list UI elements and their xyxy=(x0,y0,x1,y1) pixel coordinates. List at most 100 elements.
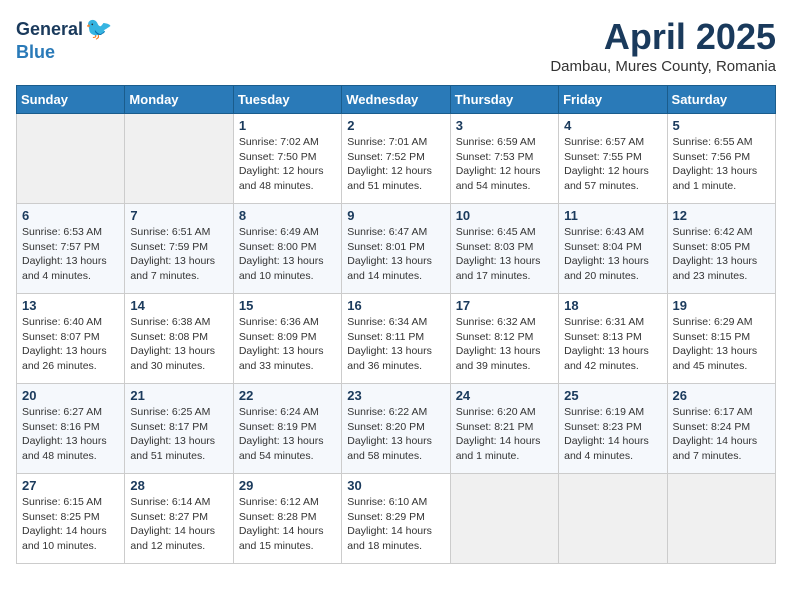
calendar-cell: 17Sunrise: 6:32 AMSunset: 8:12 PMDayligh… xyxy=(450,294,558,384)
day-number: 12 xyxy=(673,208,770,223)
day-number: 28 xyxy=(130,478,227,493)
calendar-cell: 16Sunrise: 6:34 AMSunset: 8:11 PMDayligh… xyxy=(342,294,450,384)
calendar-cell xyxy=(450,474,558,564)
calendar-cell: 9Sunrise: 6:47 AMSunset: 8:01 PMDaylight… xyxy=(342,204,450,294)
day-info: Sunrise: 6:51 AMSunset: 7:59 PMDaylight:… xyxy=(130,225,227,284)
calendar-cell: 8 Sunrise: 6:49 AMSunset: 8:00 PMDaylight… xyxy=(233,204,341,294)
calendar-week-row: 1 Sunrise: 7:02 AMSunset: 7:50 PMDaylight… xyxy=(17,114,776,204)
day-info: Sunrise: 6:55 AMSunset: 7:56 PMDaylight:… xyxy=(673,135,770,194)
logo-general-text: General xyxy=(16,19,83,40)
header-saturday: Saturday xyxy=(667,86,775,114)
day-number: 25 xyxy=(564,388,661,403)
day-number: 29 xyxy=(239,478,336,493)
day-info: Sunrise: 6:49 AMSunset: 8:00 PMDaylight:… xyxy=(239,225,336,284)
calendar-cell: 1 Sunrise: 7:02 AMSunset: 7:50 PMDaylight… xyxy=(233,114,341,204)
day-number: 7 xyxy=(130,208,227,223)
header-friday: Friday xyxy=(559,86,667,114)
calendar-cell: 19 Sunrise: 6:29 AMSunset: 8:15 PMDayligh… xyxy=(667,294,775,384)
calendar-cell: 7 Sunrise: 6:51 AMSunset: 7:59 PMDaylight… xyxy=(125,204,233,294)
header-monday: Monday xyxy=(125,86,233,114)
day-info: Sunrise: 6:43 AMSunset: 8:04 PMDaylight:… xyxy=(564,225,661,284)
header-wednesday: Wednesday xyxy=(342,86,450,114)
logo-blue-text: Blue xyxy=(16,42,55,63)
calendar-cell xyxy=(125,114,233,204)
day-number: 6 xyxy=(22,208,119,223)
day-number: 11 xyxy=(564,208,661,223)
day-number: 2 xyxy=(347,118,444,133)
day-info: Sunrise: 7:02 AMSunset: 7:50 PMDaylight:… xyxy=(239,135,336,194)
calendar-week-row: 27Sunrise: 6:15 AMSunset: 8:25 PMDayligh… xyxy=(17,474,776,564)
calendar-cell: 23Sunrise: 6:22 AMSunset: 8:20 PMDayligh… xyxy=(342,384,450,474)
calendar-cell: 20Sunrise: 6:27 AMSunset: 8:16 PMDayligh… xyxy=(17,384,125,474)
calendar-cell: 30 Sunrise: 6:10 AMSunset: 8:29 PMDayligh… xyxy=(342,474,450,564)
day-info: Sunrise: 6:40 AMSunset: 8:07 PMDaylight:… xyxy=(22,315,119,374)
day-number: 4 xyxy=(564,118,661,133)
calendar-cell: 26 Sunrise: 6:17 AMSunset: 8:24 PMDayligh… xyxy=(667,384,775,474)
location-title: Dambau, Mures County, Romania xyxy=(550,58,776,75)
month-title: April 2025 xyxy=(550,16,776,58)
day-number: 1 xyxy=(239,118,336,133)
day-info: Sunrise: 6:59 AMSunset: 7:53 PMDaylight:… xyxy=(456,135,553,194)
day-info: Sunrise: 6:14 AMSunset: 8:27 PMDaylight:… xyxy=(130,495,227,554)
calendar-cell xyxy=(559,474,667,564)
day-number: 22 xyxy=(239,388,336,403)
day-info: Sunrise: 6:27 AMSunset: 8:16 PMDaylight:… xyxy=(22,405,119,464)
calendar-cell: 18Sunrise: 6:31 AMSunset: 8:13 PMDayligh… xyxy=(559,294,667,384)
day-number: 19 xyxy=(673,298,770,313)
calendar-header-row: SundayMondayTuesdayWednesdayThursdayFrid… xyxy=(17,86,776,114)
day-number: 30 xyxy=(347,478,444,493)
calendar-cell: 13 Sunrise: 6:40 AMSunset: 8:07 PMDayligh… xyxy=(17,294,125,384)
calendar-cell: 15Sunrise: 6:36 AMSunset: 8:09 PMDayligh… xyxy=(233,294,341,384)
calendar-cell: 5 Sunrise: 6:55 AMSunset: 7:56 PMDaylight… xyxy=(667,114,775,204)
calendar-cell: 24Sunrise: 6:20 AMSunset: 8:21 PMDayligh… xyxy=(450,384,558,474)
calendar-cell: 6 Sunrise: 6:53 AMSunset: 7:57 PMDaylight… xyxy=(17,204,125,294)
day-info: Sunrise: 6:10 AMSunset: 8:29 PMDaylight:… xyxy=(347,495,444,554)
calendar-table: SundayMondayTuesdayWednesdayThursdayFrid… xyxy=(16,85,776,564)
day-info: Sunrise: 6:47 AMSunset: 8:01 PMDaylight:… xyxy=(347,225,444,284)
day-info: Sunrise: 6:57 AMSunset: 7:55 PMDaylight:… xyxy=(564,135,661,194)
calendar-cell: 3 Sunrise: 6:59 AMSunset: 7:53 PMDaylight… xyxy=(450,114,558,204)
calendar-cell: 27Sunrise: 6:15 AMSunset: 8:25 PMDayligh… xyxy=(17,474,125,564)
calendar-cell xyxy=(17,114,125,204)
day-number: 5 xyxy=(673,118,770,133)
day-info: Sunrise: 6:34 AMSunset: 8:11 PMDaylight:… xyxy=(347,315,444,374)
title-area: April 2025 Dambau, Mures County, Romania xyxy=(550,16,776,75)
day-info: Sunrise: 6:24 AMSunset: 8:19 PMDaylight:… xyxy=(239,405,336,464)
day-info: Sunrise: 6:42 AMSunset: 8:05 PMDaylight:… xyxy=(673,225,770,284)
calendar-week-row: 20Sunrise: 6:27 AMSunset: 8:16 PMDayligh… xyxy=(17,384,776,474)
day-info: Sunrise: 6:19 AMSunset: 8:23 PMDaylight:… xyxy=(564,405,661,464)
logo-bird-icon: 🐦 xyxy=(85,16,112,42)
day-number: 3 xyxy=(456,118,553,133)
day-number: 27 xyxy=(22,478,119,493)
day-info: Sunrise: 6:17 AMSunset: 8:24 PMDaylight:… xyxy=(673,405,770,464)
header: General 🐦 Blue April 2025 Dambau, Mures … xyxy=(16,16,776,75)
calendar-cell xyxy=(667,474,775,564)
calendar-cell: 28 Sunrise: 6:14 AMSunset: 8:27 PMDayligh… xyxy=(125,474,233,564)
day-info: Sunrise: 6:53 AMSunset: 7:57 PMDaylight:… xyxy=(22,225,119,284)
calendar-cell: 12 Sunrise: 6:42 AMSunset: 8:05 PMDayligh… xyxy=(667,204,775,294)
day-number: 13 xyxy=(22,298,119,313)
header-tuesday: Tuesday xyxy=(233,86,341,114)
day-number: 21 xyxy=(130,388,227,403)
day-info: Sunrise: 6:36 AMSunset: 8:09 PMDaylight:… xyxy=(239,315,336,374)
day-info: Sunrise: 6:38 AMSunset: 8:08 PMDaylight:… xyxy=(130,315,227,374)
calendar-cell: 22 Sunrise: 6:24 AMSunset: 8:19 PMDayligh… xyxy=(233,384,341,474)
calendar-cell: 14Sunrise: 6:38 AMSunset: 8:08 PMDayligh… xyxy=(125,294,233,384)
day-info: Sunrise: 6:31 AMSunset: 8:13 PMDaylight:… xyxy=(564,315,661,374)
day-info: Sunrise: 7:01 AMSunset: 7:52 PMDaylight:… xyxy=(347,135,444,194)
calendar-week-row: 13 Sunrise: 6:40 AMSunset: 8:07 PMDayligh… xyxy=(17,294,776,384)
calendar-cell: 21 Sunrise: 6:25 AMSunset: 8:17 PMDayligh… xyxy=(125,384,233,474)
day-number: 10 xyxy=(456,208,553,223)
day-info: Sunrise: 6:29 AMSunset: 8:15 PMDaylight:… xyxy=(673,315,770,374)
calendar-cell: 4 Sunrise: 6:57 AMSunset: 7:55 PMDaylight… xyxy=(559,114,667,204)
day-number: 23 xyxy=(347,388,444,403)
day-info: Sunrise: 6:32 AMSunset: 8:12 PMDaylight:… xyxy=(456,315,553,374)
calendar-cell: 10 Sunrise: 6:45 AMSunset: 8:03 PMDayligh… xyxy=(450,204,558,294)
header-thursday: Thursday xyxy=(450,86,558,114)
day-info: Sunrise: 6:45 AMSunset: 8:03 PMDaylight:… xyxy=(456,225,553,284)
day-number: 8 xyxy=(239,208,336,223)
header-sunday: Sunday xyxy=(17,86,125,114)
day-number: 24 xyxy=(456,388,553,403)
day-number: 26 xyxy=(673,388,770,403)
day-info: Sunrise: 6:25 AMSunset: 8:17 PMDaylight:… xyxy=(130,405,227,464)
